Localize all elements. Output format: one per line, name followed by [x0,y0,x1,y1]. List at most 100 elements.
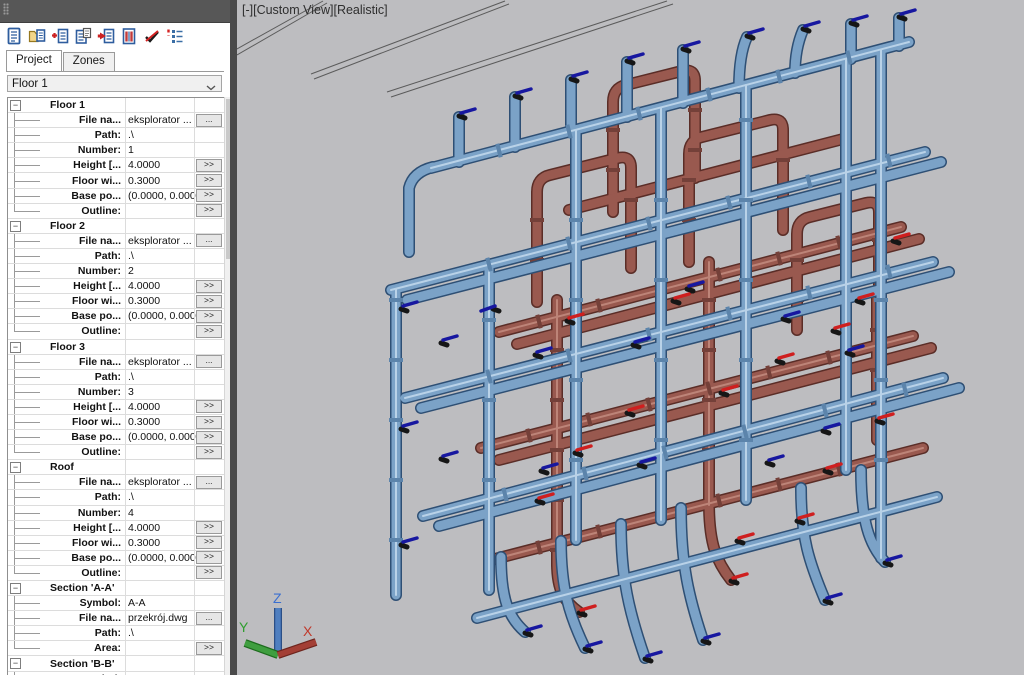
property-value[interactable]: A-A [125,597,194,609]
collapse-toggle[interactable]: − [10,583,21,594]
property-value[interactable]: .\ [125,627,194,639]
expand-value-button[interactable]: >> [196,204,222,217]
tree-property-row[interactable]: Path:.\ [8,249,224,264]
tree-property-row[interactable]: File na...eksplorator ...... [8,113,224,128]
collapse-toggle[interactable]: − [10,221,21,232]
expand-value-button[interactable]: >> [196,566,222,579]
expand-value-button[interactable]: >> [196,416,222,429]
property-value[interactable]: 0.3000 [125,295,194,307]
property-value[interactable]: .\ [125,250,194,262]
browse-button[interactable]: ... [196,355,222,368]
expand-value-button[interactable]: >> [196,521,222,534]
expand-value-button[interactable]: >> [196,446,222,459]
property-value[interactable]: eksplorator ... [125,476,194,488]
tree-group-header[interactable]: −Floor 2 [8,219,224,234]
tree-property-row[interactable]: Outline:>> [8,566,224,581]
browse-button[interactable]: ... [196,234,222,247]
pipes-3d-scene[interactable]: Z X Y [237,0,1024,675]
property-value[interactable]: .\ [125,371,194,383]
tree-group-header[interactable]: −Section 'B-B' [8,656,224,671]
tree-property-row[interactable]: Number:2 [8,264,224,279]
new-document-icon[interactable] [4,26,24,46]
copy-document-icon[interactable] [73,26,93,46]
property-value[interactable]: 0.3000 [125,175,194,187]
expand-value-button[interactable]: >> [196,551,222,564]
viewport-style-button[interactable]: [Realistic] [333,3,387,17]
expand-value-button[interactable]: >> [196,642,222,655]
add-element-icon[interactable] [50,26,70,46]
tree-property-row[interactable]: Height [...4.0000>> [8,158,224,173]
tree-property-row[interactable]: Symbol:B-B [8,672,224,675]
tree-property-row[interactable]: Floor wi...0.3000>> [8,415,224,430]
tree-group-header[interactable]: −Roof [8,460,224,475]
expand-value-button[interactable]: >> [196,431,222,444]
expand-value-button[interactable]: >> [196,295,222,308]
tree-property-row[interactable]: File na...przekrój.dwg... [8,611,224,626]
property-value[interactable]: (0.0000, 0.0000 [125,552,194,564]
collapse-toggle[interactable]: − [10,100,21,111]
tab-zones[interactable]: Zones [63,52,115,71]
verify-crossed-icon[interactable] [142,26,162,46]
import-element-icon[interactable] [96,26,116,46]
tree-property-row[interactable]: Floor wi...0.3000>> [8,294,224,309]
expand-value-button[interactable]: >> [196,189,222,202]
property-value[interactable]: (0.0000, 0.0000 [125,310,194,322]
expand-value-button[interactable]: >> [196,400,222,413]
browse-button[interactable]: ... [196,612,222,625]
property-value[interactable]: przekrój.dwg [125,612,194,624]
property-value[interactable]: 3 [125,386,194,398]
panel-grip[interactable] [3,3,9,15]
collapse-toggle[interactable]: − [10,658,21,669]
tab-project[interactable]: Project [6,50,62,71]
tree-property-row[interactable]: Outline:>> [8,324,224,339]
browse-button[interactable]: ... [196,476,222,489]
tree-property-row[interactable]: Base po...(0.0000, 0.0000>> [8,430,224,445]
tree-group-header[interactable]: −Floor 1 [8,98,224,113]
panel-titlebar[interactable] [0,0,230,23]
tree-group-header[interactable]: −Floor 3 [8,340,224,355]
property-value[interactable]: 4.0000 [125,401,194,413]
tree-property-row[interactable]: Height [...4.0000>> [8,279,224,294]
property-value[interactable]: .\ [125,491,194,503]
tree-property-row[interactable]: Outline:>> [8,204,224,219]
property-value[interactable]: (0.0000, 0.0000 [125,190,194,202]
tree-group-header[interactable]: −Section 'A-A' [8,581,224,596]
collapse-toggle[interactable]: − [10,342,21,353]
property-value[interactable]: eksplorator ... [125,356,194,368]
expand-value-button[interactable]: >> [196,536,222,549]
tree-property-row[interactable]: File na...eksplorator ...... [8,475,224,490]
tree-property-row[interactable]: Symbol:A-A [8,596,224,611]
expand-value-button[interactable]: >> [196,325,222,338]
property-value[interactable]: 0.3000 [125,537,194,549]
issues-list-icon[interactable] [165,26,185,46]
tree-property-row[interactable]: Path:.\ [8,626,224,641]
expand-value-button[interactable]: >> [196,174,222,187]
tree-property-row[interactable]: Outline:>> [8,445,224,460]
viewport-controls-button[interactable]: [-] [242,3,253,17]
tree-property-row[interactable]: Number:4 [8,506,224,521]
property-value[interactable]: (0.0000, 0.0000 [125,431,194,443]
building-columns-icon[interactable] [119,26,139,46]
property-value[interactable]: .\ [125,129,194,141]
tree-property-row[interactable]: Floor wi...0.3000>> [8,173,224,188]
property-value[interactable]: 4.0000 [125,159,194,171]
tree-property-row[interactable]: Height [...4.0000>> [8,521,224,536]
property-value[interactable]: 4.0000 [125,522,194,534]
tree-property-row[interactable]: Base po...(0.0000, 0.0000>> [8,189,224,204]
tree-property-row[interactable]: Area:>> [8,641,224,656]
property-value[interactable]: 1 [125,144,194,156]
property-value[interactable]: 4.0000 [125,280,194,292]
viewport-view-button[interactable]: [Custom View] [253,3,333,17]
tree-property-row[interactable]: Height [...4.0000>> [8,400,224,415]
expand-value-button[interactable]: >> [196,159,222,172]
tree-property-row[interactable]: Path:.\ [8,128,224,143]
expand-value-button[interactable]: >> [196,280,222,293]
property-value[interactable]: 0.3000 [125,416,194,428]
open-folder-icon[interactable] [27,26,47,46]
property-value[interactable]: 2 [125,265,194,277]
tree-property-row[interactable]: Path:.\ [8,370,224,385]
tree-property-row[interactable]: Base po...(0.0000, 0.0000>> [8,309,224,324]
tree-property-row[interactable]: Base po...(0.0000, 0.0000>> [8,551,224,566]
level-selector[interactable]: Floor 1 [7,75,222,92]
panel-splitter[interactable] [230,0,237,675]
